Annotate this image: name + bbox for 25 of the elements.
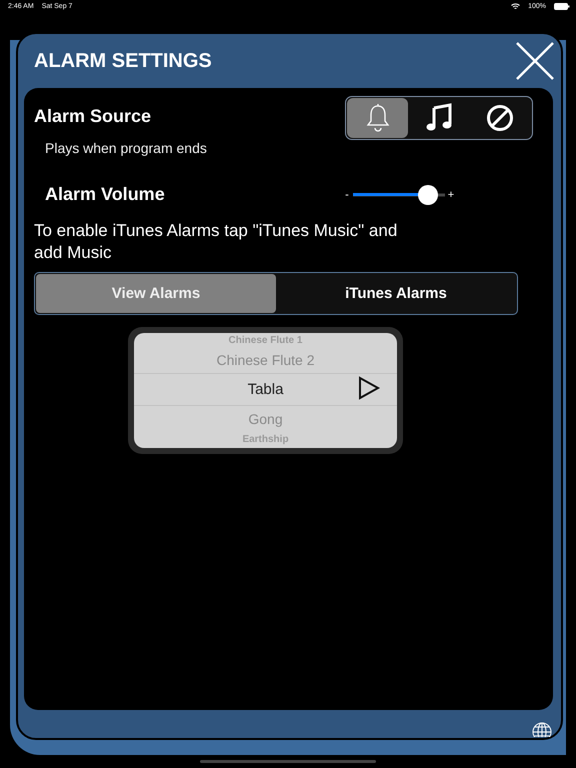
source-option[interactable] — [347, 98, 408, 138]
sound-picker[interactable]: Chinese Flute 1 Chinese Flute 2 Tabla Gong Earthship — [134, 333, 397, 448]
wifi-icon — [511, 2, 520, 10]
globe-icon[interactable] — [531, 721, 553, 737]
picker-item[interactable]: Tabla — [134, 373, 397, 406]
prohibited-icon — [486, 104, 514, 132]
plus-label: + — [446, 188, 456, 200]
slider-thumb[interactable] — [418, 184, 438, 204]
tab[interactable]: iTunes Alarms — [276, 274, 516, 313]
music-note-icon — [424, 103, 453, 133]
minus-label: - — [344, 188, 350, 200]
close-button[interactable] — [515, 41, 555, 81]
dialog-title: ALARM SETTINGS — [34, 50, 212, 72]
battery-icon — [554, 2, 570, 10]
play-button[interactable] — [357, 376, 381, 400]
picker-item[interactable]: Earthship — [134, 432, 397, 446]
section-label: Alarm Source — [34, 106, 152, 127]
source-description: Plays when program ends — [45, 140, 208, 156]
picker-item[interactable]: Chinese Flute 1 — [134, 333, 397, 347]
picker-item[interactable]: Chinese Flute 2 — [134, 347, 397, 373]
section-label: Alarm Volume — [45, 184, 166, 205]
tab[interactable]: View Alarms — [36, 274, 276, 313]
hint-text: To enable iTunes Alarms tap "iTunes Music" and add Music — [34, 220, 398, 264]
picker-item[interactable]: Gong — [134, 406, 397, 432]
bell-icon — [364, 103, 391, 133]
